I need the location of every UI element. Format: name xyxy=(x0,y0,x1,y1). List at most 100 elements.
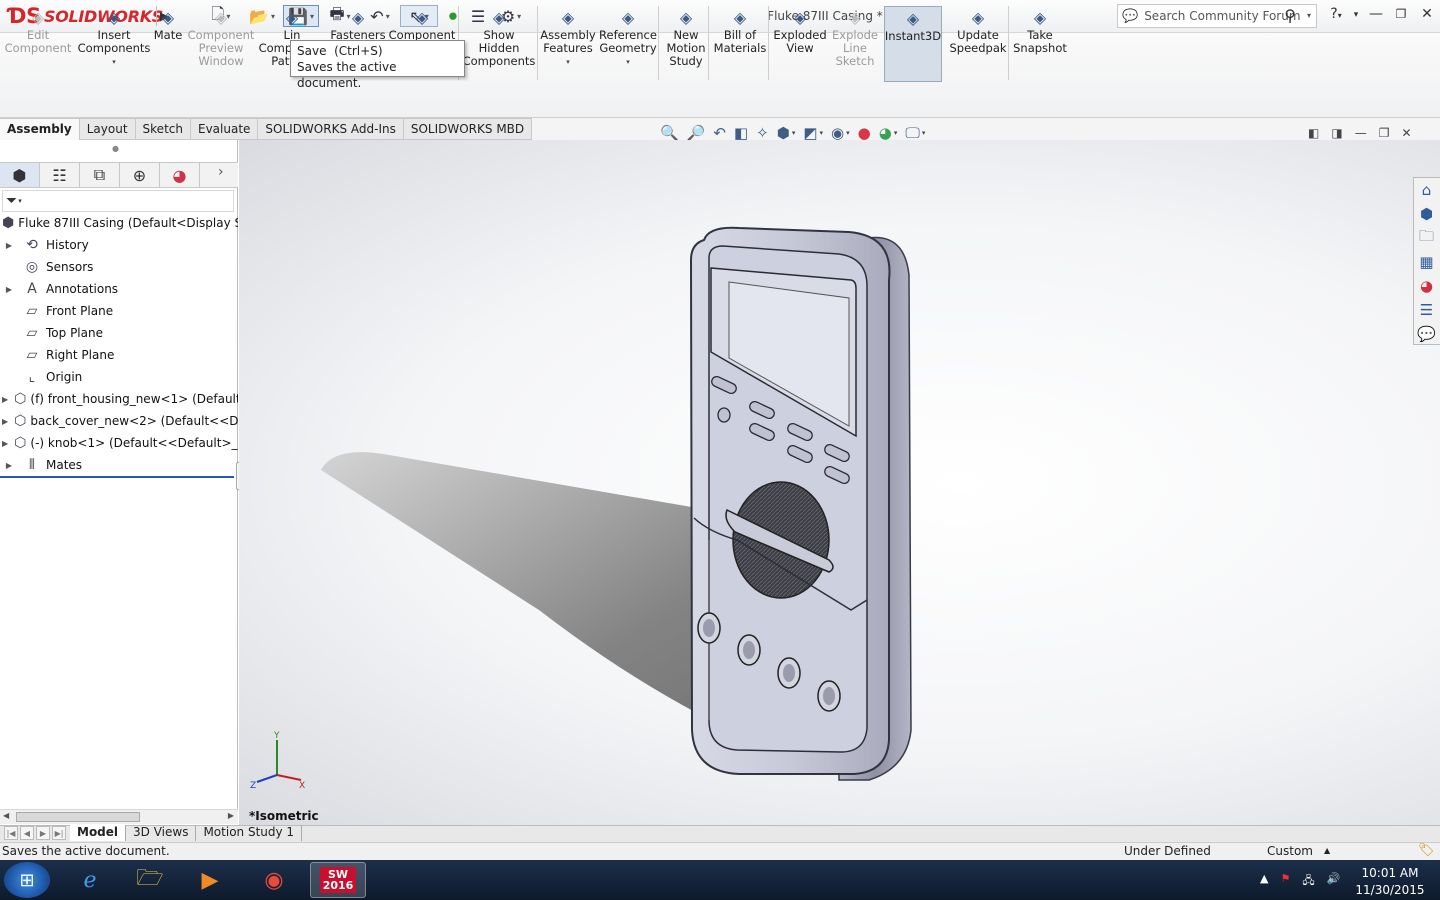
featuremanager-tab[interactable]: ⬢ xyxy=(0,163,40,187)
first-tab-icon[interactable]: |◀ xyxy=(4,826,18,840)
cmd-reference-geometry-button[interactable]: ◈ Reference Geometry ▾ xyxy=(598,6,658,82)
tree-horizontal-scrollbar[interactable]: ◀ ▶ xyxy=(0,809,238,824)
propertymanager-tab[interactable]: ☷ xyxy=(40,163,80,187)
chevron-down-icon[interactable]: ▾ xyxy=(566,56,570,69)
viewport-restore-icon[interactable]: ❐ xyxy=(1379,126,1390,140)
split-view-left-icon[interactable]: ◧ xyxy=(1308,126,1319,140)
configurationmanager-tab[interactable]: ⧉ xyxy=(80,163,120,187)
tab-solidworks-add-ins[interactable]: SOLIDWORKS Add-Ins xyxy=(258,118,404,140)
cmd-snapshot-button[interactable]: ◈ Take Snapshot xyxy=(1012,6,1068,82)
tab-solidworks-mbd[interactable]: SOLIDWORKS MBD xyxy=(403,118,533,140)
tab-layout[interactable]: Layout xyxy=(79,118,136,140)
tree-item[interactable]: ◎ Sensors xyxy=(0,256,238,278)
viewport-minimize-icon[interactable]: — xyxy=(1355,126,1367,140)
cmd-edit-component-button[interactable]: ◈ Edit Component xyxy=(5,6,72,82)
taskbar-media-player[interactable]: ▶ xyxy=(182,862,238,898)
tree-item[interactable]: ▱ Top Plane xyxy=(0,322,238,344)
system-clock[interactable]: 10:01 AM 11/30/2015 xyxy=(1355,865,1425,899)
graphics-area[interactable]: Y X Z xyxy=(239,140,1440,825)
close-button[interactable]: ✕ xyxy=(1417,6,1437,22)
split-view-right-icon[interactable]: ◨ xyxy=(1331,126,1342,140)
tree-item[interactable]: ▶ ⬡back_cover_new<2> (Default<<Default>_D… xyxy=(0,410,238,432)
cmd-show-hidden-button[interactable]: ◈ Show Hidden Components xyxy=(462,6,536,82)
restore-button[interactable]: ❐ xyxy=(1391,7,1411,21)
tree-item[interactable]: ▱ Front Plane xyxy=(0,300,238,322)
viewport-close-icon[interactable]: ✕ xyxy=(1401,126,1411,140)
tree-expander[interactable]: ▶ xyxy=(2,461,16,470)
volume-icon[interactable]: 🔊 xyxy=(1327,872,1341,891)
more-tabs-button[interactable]: › xyxy=(218,164,224,180)
forum-tab[interactable]: 💬 xyxy=(1414,322,1439,346)
tree-item[interactable]: ▱ Right Plane xyxy=(0,344,238,366)
file-explorer-tab[interactable]: 🗀 xyxy=(1414,226,1439,250)
network-icon[interactable]: 🖧 xyxy=(1302,872,1314,891)
tree-expander[interactable]: ▶ xyxy=(2,417,8,426)
taskbar-explorer[interactable]: 🗁 xyxy=(122,862,178,898)
cmd-exploded-view-button[interactable]: ◈ Exploded View xyxy=(772,6,828,82)
scroll-thumb[interactable] xyxy=(16,812,140,822)
tree-item[interactable]: ⌞ Origin xyxy=(0,366,238,388)
tree-expander[interactable]: ▶ xyxy=(2,395,8,404)
tree-item[interactable]: ▶ ⫴ Mates xyxy=(0,454,238,476)
chevron-down-icon[interactable]: ▾ xyxy=(626,56,630,69)
tree-item[interactable]: ⬢Fluke 87III Casing (Default<Display Sta… xyxy=(0,212,238,234)
cmd-speedpak-button[interactable]: ◈ Update Speedpak xyxy=(949,6,1006,82)
view-palette-tab[interactable]: ▦ xyxy=(1414,250,1439,274)
cmd-assembly-features-button[interactable]: ◈ Assembly Features ▾ xyxy=(540,6,596,82)
action-center-icon[interactable]: ⚑ xyxy=(1280,872,1290,891)
tree-item[interactable]: ▶ A Annotations xyxy=(0,278,238,300)
custom-properties-tab[interactable]: ☰ xyxy=(1414,298,1439,322)
bottom-tab-model[interactable]: Model xyxy=(70,825,127,841)
cmd-explode-line-button[interactable]: ◈ Explode Line Sketch xyxy=(830,6,880,82)
next-tab-icon[interactable]: ▶ xyxy=(36,826,50,840)
start-button[interactable]: ⊞ xyxy=(4,862,50,898)
tree-expander[interactable]: ▶ xyxy=(2,285,16,294)
tree-filter[interactable]: ⏷ ▾ xyxy=(2,190,234,212)
cmd-insert-components-button[interactable]: ◈ Insert Components ▾ xyxy=(78,6,151,82)
cmd-instant3d-button[interactable]: ◈ Instant3D xyxy=(884,6,942,82)
displaymanager-tab[interactable]: ◕ xyxy=(160,163,200,187)
cmd-mate-button[interactable]: ◈ Mate xyxy=(150,6,186,82)
help-button[interactable]: ?▾ xyxy=(1326,6,1346,22)
search-community-input[interactable]: 💬 Search Community Forum ⚲ ▾ xyxy=(1117,4,1317,28)
design-library-tab[interactable]: ⬢ xyxy=(1414,202,1439,226)
tree-item[interactable]: ▶ ⟲ History xyxy=(0,234,238,256)
rollback-bar[interactable] xyxy=(0,476,234,478)
unit-system[interactable]: Custom xyxy=(1267,844,1313,858)
tab-sketch[interactable]: Sketch xyxy=(135,118,191,140)
chevron-up-icon[interactable]: ▲ xyxy=(1324,846,1330,855)
show-hidden-icons-icon[interactable]: ▲ xyxy=(1260,872,1268,891)
panel-grip[interactable]: ● xyxy=(112,144,119,153)
bottom-tab-3d-views[interactable]: 3D Views xyxy=(126,825,197,841)
search-icon[interactable]: ⚲ xyxy=(1284,6,1296,25)
appearances-tab[interactable]: ◕ xyxy=(1414,274,1439,298)
cmd-bom-button[interactable]: ◈ Bill of Materials xyxy=(714,6,767,82)
scroll-left-icon[interactable]: ◀ xyxy=(3,811,9,820)
tree-item[interactable]: ▶ ⬡(-) knob<1> (Default<<Default>_Display… xyxy=(0,432,238,454)
clock-time: 10:01 AM xyxy=(1361,866,1419,880)
chevron-down-icon[interactable]: ▾ xyxy=(1307,11,1311,20)
taskbar-solidworks[interactable]: SW 2016 xyxy=(310,862,366,898)
pin-menu-button[interactable]: ▾ xyxy=(1346,10,1366,20)
tree-item[interactable]: ▶ ⬡(f) front_housing_new<1> (Default<<Def… xyxy=(0,388,238,410)
prev-tab-icon[interactable]: ◀ xyxy=(20,826,34,840)
cmd-label: Show Hidden Components xyxy=(462,28,536,68)
help-icon: ? xyxy=(1330,6,1338,22)
tree-expander[interactable]: ▶ xyxy=(2,241,16,250)
scroll-right-icon[interactable]: ▶ xyxy=(228,811,234,820)
minimize-button[interactable]: — xyxy=(1366,6,1386,22)
home-tab[interactable]: ⌂ xyxy=(1414,178,1439,202)
cmd-component-preview-button[interactable]: ◈ Component Preview Window xyxy=(188,6,255,82)
taskbar-ie[interactable]: ℯ xyxy=(62,862,118,898)
dimxpertmanager-tab[interactable]: ⊕ xyxy=(120,163,160,187)
chevron-down-icon[interactable]: ▾ xyxy=(112,56,116,69)
fasteners-icon: ◈ xyxy=(351,7,365,27)
tab-evaluate[interactable]: Evaluate xyxy=(190,118,259,140)
last-tab-icon[interactable]: ▶| xyxy=(52,826,66,840)
tree-expander[interactable]: ▶ xyxy=(2,439,8,448)
taskbar-chrome[interactable]: ◉ xyxy=(246,862,302,898)
cmd-motion-study-button[interactable]: ◈ New Motion Study xyxy=(664,6,708,82)
tab-assembly[interactable]: Assembly xyxy=(0,118,80,140)
bottom-tab-motion-study-1[interactable]: Motion Study 1 xyxy=(196,825,303,841)
tags-icon[interactable]: 🏷 xyxy=(1418,843,1435,858)
